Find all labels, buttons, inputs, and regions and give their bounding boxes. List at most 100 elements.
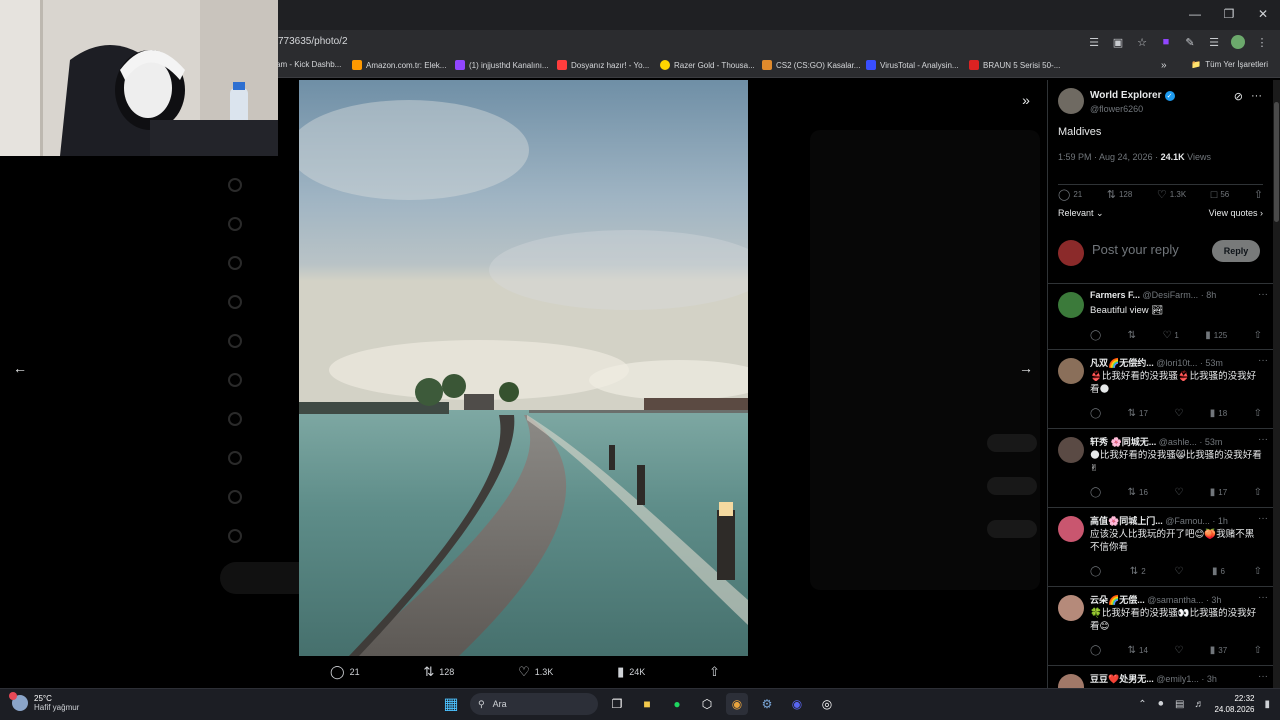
share-action[interactable]: ⇧: [1254, 645, 1262, 656]
like-action[interactable]: ♡: [1174, 566, 1183, 577]
bookmark-stat[interactable]: □ 56: [1211, 189, 1230, 201]
all-bookmarks[interactable]: 📁 Tüm Yer İşaretleri: [1191, 60, 1268, 69]
reply-action[interactable]: ◯: [1090, 408, 1101, 419]
tray-overflow-icon[interactable]: ⌃: [1138, 699, 1146, 710]
reply-action[interactable]: ◯ 21: [330, 664, 360, 680]
repost-action[interactable]: ⇅ 128: [423, 664, 454, 680]
reply-item[interactable]: 云朵🌈无偿... @samantha... · 3h ··· 🍀比我好看的没我骚…: [1048, 587, 1273, 666]
tweet-time[interactable]: 1:59 PM · Aug 24, 2026 ·: [1058, 152, 1161, 162]
extension-twitch-icon[interactable]: ■: [1158, 34, 1174, 50]
clock[interactable]: 22:32 24.08.2026: [1214, 693, 1254, 715]
reply-action[interactable]: ◯: [1090, 645, 1101, 656]
app-icon[interactable]: ⬡: [696, 693, 718, 715]
grok-icon[interactable]: ⊘: [1234, 90, 1243, 103]
extensions-icon[interactable]: ✎: [1182, 34, 1198, 50]
volume-icon[interactable]: ♬: [1194, 699, 1204, 710]
share-action[interactable]: ⇧: [1254, 330, 1262, 341]
bookmark-item[interactable]: Amazon.com.tr: Elek...: [352, 60, 446, 70]
views-action[interactable]: ▮ 37: [1210, 645, 1227, 656]
next-arrow-icon[interactable]: →: [1012, 354, 1040, 382]
reply-input[interactable]: Post your reply: [1092, 242, 1179, 257]
reply-avatar[interactable]: [1058, 358, 1084, 384]
repost-action[interactable]: ⇅ 16: [1128, 487, 1148, 498]
star-icon[interactable]: ☆: [1134, 34, 1150, 50]
bookmarks-overflow-icon[interactable]: »: [1161, 60, 1167, 71]
microphone-icon[interactable]: ⚫: [1157, 699, 1165, 710]
previous-arrow-icon[interactable]: ←: [6, 354, 34, 382]
like-stat[interactable]: ♡ 1.3K: [1157, 189, 1186, 201]
chrome-icon[interactable]: ◉: [726, 693, 748, 715]
spotify-icon[interactable]: ●: [666, 693, 688, 715]
close-icon[interactable]: ✕: [1246, 0, 1280, 28]
collapse-sidebar-icon[interactable]: »: [1012, 86, 1040, 114]
reply-item[interactable]: Farmers F... @DesiFarm... · 8h ··· Beaut…: [1048, 284, 1273, 350]
more-icon[interactable]: ···: [1258, 434, 1268, 445]
discord-icon[interactable]: ◉: [786, 693, 808, 715]
author-handle[interactable]: @flower6260: [1090, 104, 1143, 114]
media-photo[interactable]: [299, 80, 748, 656]
network-icon[interactable]: ▤: [1175, 699, 1184, 710]
taskbar-search[interactable]: ⚲ Ara: [470, 693, 598, 715]
reply-avatar[interactable]: [1058, 437, 1084, 463]
reply-author-name[interactable]: 云朵🌈无偿...: [1090, 595, 1145, 605]
more-icon[interactable]: ···: [1258, 355, 1268, 366]
reply-item[interactable]: 凡双🌈无偿约... @lori10t... · 53m ··· 👙比我好看的没我…: [1048, 350, 1273, 429]
bookmark-item[interactable]: CS2 (CS:GO) Kasalar...: [762, 60, 860, 70]
steam-icon[interactable]: ⚙: [756, 693, 778, 715]
views-action[interactable]: ▮ 6: [1212, 566, 1225, 577]
author-name-row[interactable]: World Explorer ✓: [1090, 90, 1175, 101]
like-action[interactable]: ♡: [1174, 487, 1183, 498]
view-quotes-link[interactable]: View quotes ›: [1209, 208, 1263, 218]
views-action[interactable]: ▮ 18: [1210, 408, 1227, 419]
reply-avatar[interactable]: [1058, 595, 1084, 621]
reply-stat[interactable]: ◯ 21: [1058, 189, 1082, 201]
file-explorer-icon[interactable]: ■: [636, 693, 658, 715]
notification-icon[interactable]: ▮: [1264, 699, 1270, 710]
more-icon[interactable]: ···: [1258, 671, 1268, 682]
reply-author-name[interactable]: 轩秀 🌸同城无...: [1090, 437, 1156, 447]
reply-action[interactable]: ◯: [1090, 566, 1101, 577]
like-action[interactable]: ♡ 1.3K: [518, 664, 553, 680]
reply-action[interactable]: ◯: [1090, 487, 1101, 498]
views-action[interactable]: ▮ 125: [1205, 330, 1227, 341]
more-icon[interactable]: ···: [1258, 513, 1268, 524]
scrollbar-thumb[interactable]: [1274, 102, 1279, 222]
weather-widget[interactable]: 25°C Hafif yağmur: [9, 692, 79, 712]
author-avatar[interactable]: [1058, 88, 1084, 114]
minimize-icon[interactable]: —: [1178, 0, 1212, 28]
like-action[interactable]: ♡: [1174, 408, 1183, 419]
reply-avatar[interactable]: [1058, 674, 1084, 688]
reply-author-name[interactable]: 豆豆❤️处男无...: [1090, 674, 1154, 684]
more-icon[interactable]: ···: [1251, 90, 1262, 103]
media-icon[interactable]: ☰: [1206, 34, 1222, 50]
reply-action[interactable]: ◯: [1090, 330, 1101, 341]
repost-action[interactable]: ⇅ 14: [1128, 645, 1148, 656]
reply-button[interactable]: Reply: [1212, 240, 1260, 262]
like-action[interactable]: ♡: [1174, 645, 1183, 656]
repost-action[interactable]: ⇅ 17: [1128, 408, 1148, 419]
views-action[interactable]: ▮ 17: [1210, 487, 1227, 498]
reply-item[interactable]: 豆豆❤️处男无... @emily1... · 3h ···: [1048, 666, 1273, 688]
profile-avatar[interactable]: [1230, 34, 1246, 50]
translate-icon[interactable]: ☰: [1086, 34, 1102, 50]
reply-author-name[interactable]: 凡双🌈无偿约...: [1090, 358, 1154, 368]
reply-item[interactable]: 轩秀 🌸同城无... @ashle... · 53m ··· 🌑比我好看的没我骚…: [1048, 429, 1273, 508]
like-action[interactable]: ♡ 1: [1162, 330, 1178, 341]
start-icon[interactable]: ▦: [440, 693, 462, 715]
url-text[interactable]: 773635/photo/2: [278, 36, 348, 47]
reply-item[interactable]: 高值🌸同城上门... @Famou... · 1h ··· 应该没人比我玩的开了…: [1048, 508, 1273, 587]
bookmark-item[interactable]: Dosyanız hazır! - Yo...: [557, 60, 649, 70]
bookmark-item[interactable]: Razer Gold - Thousa...: [660, 60, 755, 70]
bookmark-item[interactable]: BRAUN 5 Serisi 50-...: [969, 60, 1060, 70]
install-icon[interactable]: ▣: [1110, 34, 1126, 50]
bookmark-item[interactable]: (1) injjusthd Kanalını...: [455, 60, 549, 70]
bookmark-item[interactable]: VirusTotal - Analysin...: [866, 60, 959, 70]
reply-avatar[interactable]: [1058, 516, 1084, 542]
share-action[interactable]: ⇧: [709, 664, 720, 680]
reply-author-name[interactable]: 高值🌸同城上门...: [1090, 516, 1163, 526]
share-action[interactable]: ⇧: [1254, 487, 1262, 498]
views-action[interactable]: ▮ 24K: [617, 664, 645, 680]
sort-dropdown[interactable]: Relevant ⌄: [1058, 208, 1104, 219]
bookmark-item[interactable]: am - Kick Dashb...: [276, 60, 341, 69]
restore-icon[interactable]: ❐: [1212, 0, 1246, 28]
